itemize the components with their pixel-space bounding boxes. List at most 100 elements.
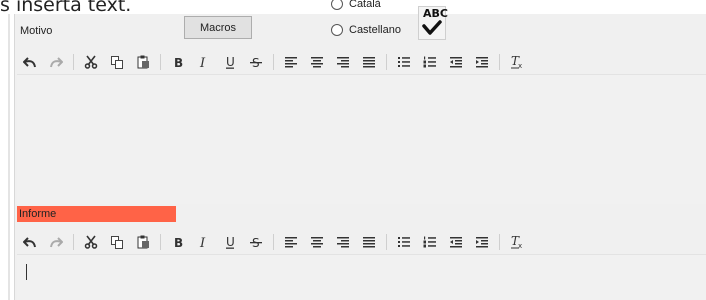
strikethrough-button[interactable]: S — [243, 231, 269, 253]
redo-icon — [50, 237, 63, 248]
toolbar-separator — [160, 54, 161, 70]
bold-icon: B — [174, 56, 183, 69]
motivo-editor[interactable] — [17, 74, 706, 204]
outdent-button[interactable] — [443, 231, 469, 253]
bulleted-list-button[interactable] — [391, 231, 417, 253]
italic-button[interactable]: I — [191, 51, 217, 73]
align-left-icon — [285, 57, 297, 68]
informe-header: Informe — [17, 206, 176, 222]
copy-button[interactable] — [104, 231, 130, 253]
align-justify-icon — [363, 57, 375, 68]
bold-button[interactable]: B — [165, 51, 191, 73]
numbered-list-button[interactable] — [417, 231, 443, 253]
copy-icon — [111, 236, 123, 249]
align-center-icon — [311, 57, 323, 68]
indent-button[interactable] — [469, 231, 495, 253]
redo-icon — [50, 57, 63, 68]
motivo-toolbar: B I U S Tx — [17, 50, 706, 74]
strikethrough-button[interactable]: S — [243, 51, 269, 73]
numbered-list-icon — [423, 56, 436, 68]
redo-button[interactable] — [43, 51, 69, 73]
bold-button[interactable]: B — [165, 231, 191, 253]
svg-text:I: I — [199, 56, 206, 69]
paste-button[interactable] — [130, 231, 156, 253]
numbered-list-icon — [423, 236, 436, 248]
align-center-button[interactable] — [304, 51, 330, 73]
spellcheck-icon — [422, 20, 442, 35]
align-right-icon — [337, 237, 349, 248]
radio-catalan-label: Català — [349, 0, 381, 10]
align-left-icon — [285, 237, 297, 248]
frame-left-line — [8, 14, 10, 300]
outdent-icon — [450, 57, 462, 68]
cut-button[interactable] — [78, 51, 104, 73]
toolbar-separator — [386, 54, 387, 70]
italic-button[interactable]: I — [191, 231, 217, 253]
underline-icon: U — [226, 235, 235, 249]
italic-icon: I — [199, 56, 206, 69]
align-right-icon — [337, 57, 349, 68]
svg-text:B: B — [174, 236, 183, 249]
indent-icon — [476, 237, 488, 248]
indent-button[interactable] — [469, 51, 495, 73]
radio-castellano-label: Castellano — [349, 24, 401, 36]
redo-button[interactable] — [43, 231, 69, 253]
align-center-button[interactable] — [304, 231, 330, 253]
outdent-button[interactable] — [443, 51, 469, 73]
radio-catalan[interactable] — [331, 0, 343, 10]
bulleted-list-icon — [398, 237, 410, 247]
copy-icon — [111, 56, 123, 69]
undo-button[interactable] — [17, 51, 43, 73]
outdent-icon — [450, 237, 462, 248]
align-justify-icon — [363, 237, 375, 248]
align-right-button[interactable] — [330, 231, 356, 253]
radio-castellano[interactable] — [331, 24, 343, 36]
underline-button[interactable]: U — [217, 231, 243, 253]
italic-icon: I — [199, 236, 206, 249]
cut-button[interactable] — [78, 231, 104, 253]
informe-editor[interactable] — [17, 254, 706, 300]
text-cursor — [26, 264, 27, 280]
language-option-castellano[interactable]: Castellano — [331, 24, 401, 36]
align-right-button[interactable] — [330, 51, 356, 73]
indent-icon — [476, 57, 488, 68]
svg-text:U: U — [226, 55, 235, 69]
toolbar-separator — [273, 54, 274, 70]
align-left-button[interactable] — [278, 51, 304, 73]
cut-icon — [84, 235, 98, 249]
toolbar-separator — [499, 234, 500, 250]
align-justify-button[interactable] — [356, 231, 382, 253]
motivo-label: Motivo — [20, 25, 53, 37]
informe-toolbar: B I U S Tx — [17, 230, 706, 254]
language-option-catalan[interactable]: Català — [331, 0, 381, 10]
toolbar-separator — [73, 234, 74, 250]
strikethrough-icon: S — [250, 236, 262, 249]
strikethrough-icon: S — [250, 56, 262, 69]
toolbar-separator — [499, 54, 500, 70]
clear-formatting-icon: Tx — [511, 55, 522, 69]
underline-button[interactable]: U — [217, 51, 243, 73]
macros-button[interactable]: Macros — [184, 16, 252, 39]
clear-formatting-button[interactable]: Tx — [504, 51, 530, 73]
paste-button[interactable] — [130, 51, 156, 73]
toolbar-separator — [160, 234, 161, 250]
toolbar-separator — [73, 54, 74, 70]
align-left-button[interactable] — [278, 231, 304, 253]
align-justify-button[interactable] — [356, 51, 382, 73]
paste-icon — [137, 55, 149, 69]
bulleted-list-icon — [398, 57, 410, 67]
spellcheck-button[interactable]: ABC — [418, 6, 448, 40]
bold-icon: B — [174, 236, 183, 249]
cut-icon — [84, 55, 98, 69]
copy-button[interactable] — [104, 51, 130, 73]
svg-text:B: B — [174, 56, 183, 69]
svg-text:U: U — [226, 235, 235, 249]
bulleted-list-button[interactable] — [391, 51, 417, 73]
numbered-list-button[interactable] — [417, 51, 443, 73]
clear-formatting-button[interactable]: Tx — [504, 231, 530, 253]
undo-icon — [23, 237, 36, 248]
undo-button[interactable] — [17, 231, 43, 253]
toolbar-separator — [273, 234, 274, 250]
align-center-icon — [311, 237, 323, 248]
toolbar-separator — [386, 234, 387, 250]
